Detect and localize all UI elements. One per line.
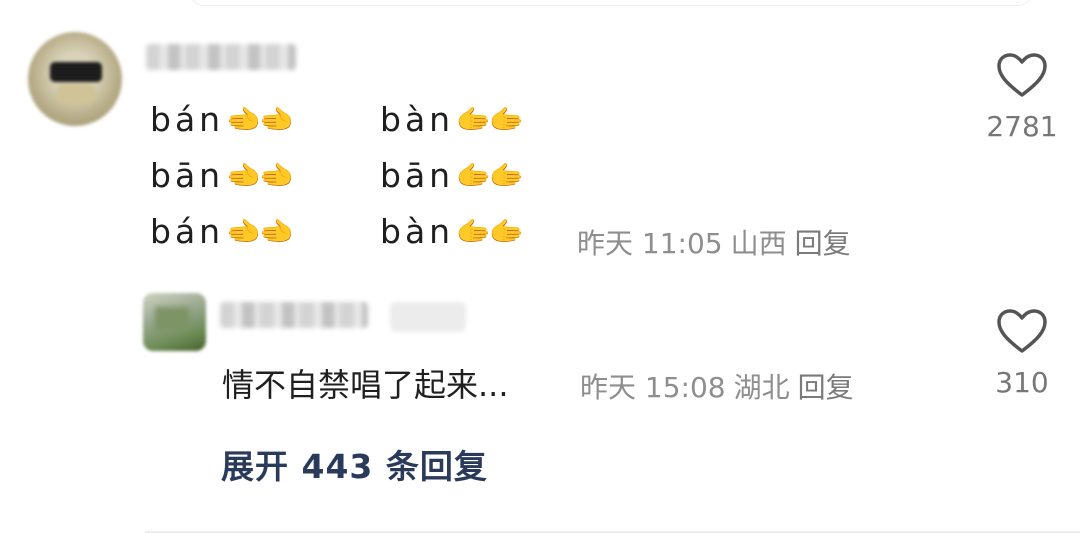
reply-text: 情不自禁唱了起来... [222,366,509,404]
pinyin-text: bàn [380,212,455,251]
heart-outline-icon[interactable] [996,52,1048,98]
pinyin-text: bán [150,212,225,251]
reply-like-count: 310 [995,366,1049,399]
author-tag-redacted [390,302,466,332]
hand-emoji: 🫱🫱 [456,103,524,136]
commenter-avatar[interactable] [28,32,122,126]
expand-replies-button[interactable]: 展开 443 条回复 [221,440,488,488]
previous-card-edge [190,0,1032,6]
comment-like-count: 2781 [986,110,1058,143]
commenter-name-redacted[interactable] [146,44,296,70]
hand-emoji: 🫱🫱 [456,215,524,248]
heart-outline-icon[interactable] [996,308,1048,354]
pinyin-text: bán [150,100,225,139]
pinyin-text: bàn [380,100,455,139]
replier-avatar[interactable] [143,293,206,351]
pinyin-text: bān [150,156,225,195]
hand-emoji: 🫲🫲 [226,159,294,192]
hand-emoji: 🫲🫲 [226,215,294,248]
hand-emoji: 🫲🫲 [226,103,294,136]
comment-like-button[interactable]: 2781 [982,52,1062,143]
comment-location: 山西 [730,227,787,260]
pinyin-text: bān [380,156,455,195]
reply-time: 昨天 15:08 [580,371,726,404]
reply-button[interactable]: 回复 [795,227,851,260]
replier-name-redacted[interactable] [220,302,368,328]
reply-meta: 昨天 15:08 湖北 回复 [580,366,862,406]
reply-location: 湖北 [733,371,790,404]
hand-emoji: 🫱🫱 [456,159,524,192]
comment-meta: 昨天 11:05 山西 回复 [577,222,859,262]
comment-time: 昨天 11:05 [577,227,723,260]
reply-like-button[interactable]: 310 [982,308,1062,399]
reply-reply-button[interactable]: 回复 [798,371,854,404]
